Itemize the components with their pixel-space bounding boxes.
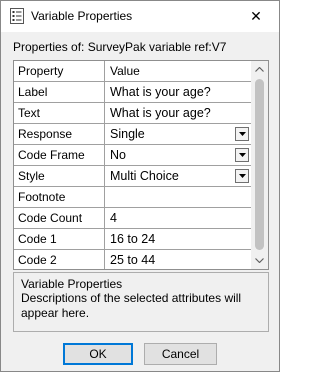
property-row[interactable]: Footnote [14, 187, 253, 208]
chevron-down-icon [239, 132, 246, 136]
property-value-text: What is your age? [110, 85, 211, 99]
title-bar[interactable]: Variable Properties ✕ [1, 1, 279, 32]
column-header-value: Value [105, 61, 253, 82]
properties-icon [9, 8, 25, 24]
scroll-up-button[interactable] [251, 61, 268, 78]
property-row[interactable]: Text What is your age? [14, 103, 253, 124]
property-value-cell[interactable]: No [105, 145, 253, 166]
property-name-cell: Code 2 [14, 250, 105, 269]
property-value-text: 16 to 24 [110, 232, 156, 246]
dropdown-button[interactable] [235, 148, 249, 162]
dropdown-button[interactable] [235, 169, 249, 183]
vertical-scrollbar[interactable] [251, 61, 268, 269]
close-icon: ✕ [250, 7, 262, 24]
property-name-cell: Response [14, 124, 105, 145]
properties-of-label: Properties of: SurveyPak variable ref:V7 [13, 40, 227, 54]
window-title: Variable Properties [31, 9, 133, 23]
chevron-down-icon [239, 153, 246, 157]
property-value-cell[interactable]: 25 to 44 [105, 250, 253, 269]
chevron-down-icon [239, 174, 246, 178]
property-name-cell: Code Frame [14, 145, 105, 166]
property-value-text: Single [110, 127, 145, 141]
property-value-cell[interactable]: What is your age? [105, 103, 253, 124]
variable-properties-dialog: Variable Properties ✕ Properties of: Sur… [0, 0, 280, 372]
ok-button[interactable]: OK [63, 343, 133, 365]
property-row[interactable]: Code 1 16 to 24 [14, 229, 253, 250]
grid-header-row: Property Value [14, 61, 253, 82]
property-value-text: 25 to 44 [110, 253, 156, 267]
description-title: Variable Properties [21, 277, 123, 291]
column-header-property: Property [14, 61, 105, 82]
property-grid[interactable]: Property Value Label What is your age? Tex… [13, 60, 269, 270]
description-text: Descriptions of the selected attributes … [21, 291, 242, 320]
scroll-down-button[interactable] [251, 252, 268, 269]
property-value-cell[interactable]: 16 to 24 [105, 229, 253, 250]
close-button[interactable]: ✕ [233, 1, 279, 31]
property-name-cell: Style [14, 166, 105, 187]
cancel-button[interactable]: Cancel [144, 343, 217, 365]
property-row[interactable]: Response Single [14, 124, 253, 145]
property-name-cell: Code 1 [14, 229, 105, 250]
property-value-text: 4 [110, 211, 117, 225]
property-name-cell: Label [14, 82, 105, 103]
property-value-text: What is your age? [110, 106, 211, 120]
property-value-cell[interactable]: What is your age? [105, 82, 253, 103]
property-name-cell: Text [14, 103, 105, 124]
property-row[interactable]: Label What is your age? [14, 82, 253, 103]
scrollbar-thumb[interactable] [255, 79, 264, 250]
property-value-text: Multi Choice [110, 169, 179, 183]
chevron-up-icon [255, 67, 264, 72]
property-value-cell[interactable]: 4 [105, 208, 253, 229]
property-row[interactable]: Code Count 4 [14, 208, 253, 229]
property-value-cell[interactable] [105, 187, 253, 208]
property-value-cell[interactable]: Single [105, 124, 253, 145]
property-row[interactable]: Code 2 25 to 44 [14, 250, 253, 269]
chevron-down-icon [255, 258, 264, 263]
property-name-cell: Footnote [14, 187, 105, 208]
dropdown-button[interactable] [235, 127, 249, 141]
property-value-text: No [110, 148, 126, 162]
property-name-cell: Code Count [14, 208, 105, 229]
property-row[interactable]: Code Frame No [14, 145, 253, 166]
description-panel: Variable Properties Descriptions of the … [13, 272, 269, 332]
property-value-cell[interactable]: Multi Choice [105, 166, 253, 187]
property-row[interactable]: Style Multi Choice [14, 166, 253, 187]
